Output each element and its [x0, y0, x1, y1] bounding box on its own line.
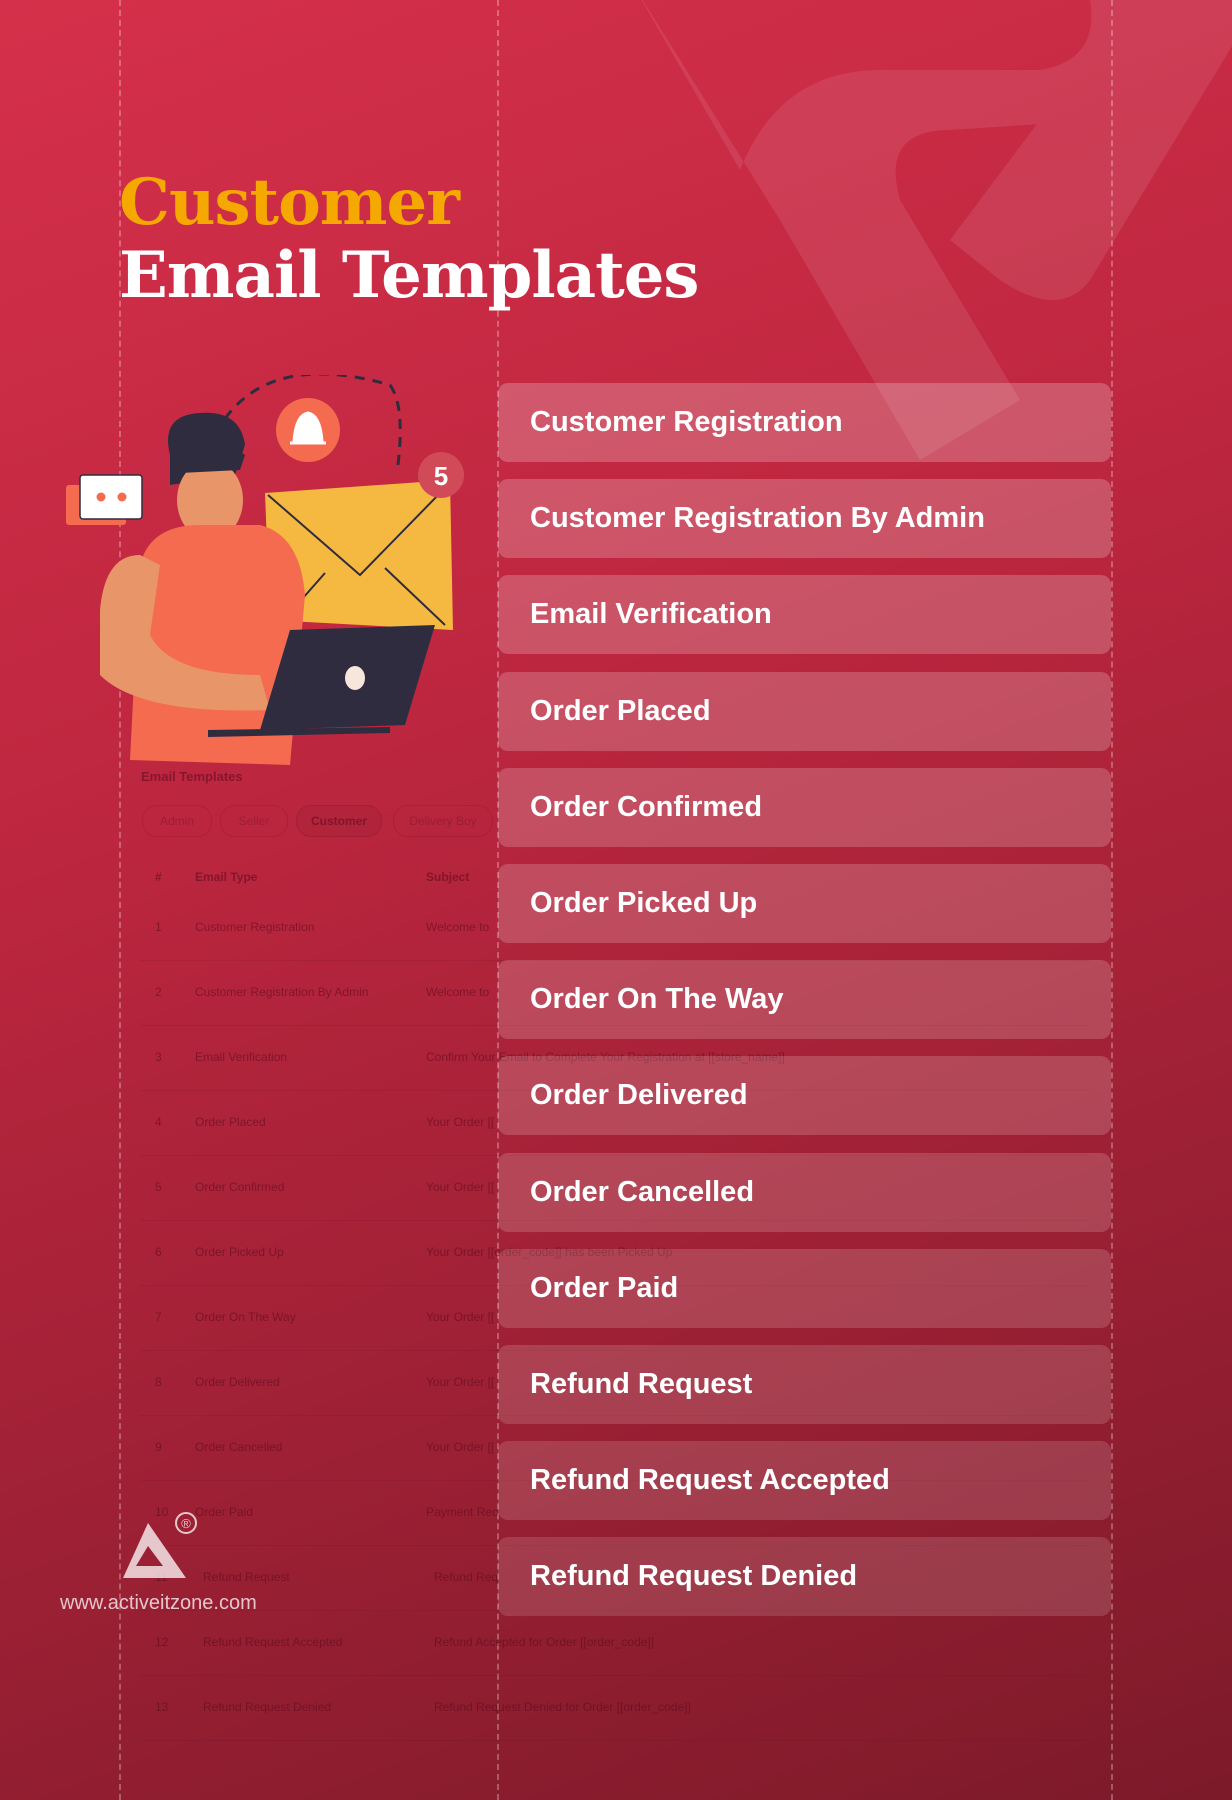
row-number: 9: [155, 1440, 162, 1454]
template-card[interactable]: Order Delivered: [498, 1056, 1111, 1136]
template-card[interactable]: Email Verification: [498, 575, 1111, 655]
website-link[interactable]: www.activeitzone.com: [60, 1592, 257, 1615]
row-email-type: Refund Request Denied: [203, 1700, 332, 1714]
template-card[interactable]: Order Cancelled: [498, 1152, 1111, 1232]
infographic: Customer Email Templates Email Templates…: [0, 0, 1232, 1800]
row-number: 4: [155, 1115, 162, 1129]
row-subject: Refund Accepted for Order [[order_code]]: [434, 1635, 655, 1649]
row-email-type: Order Confirmed: [195, 1180, 285, 1194]
template-card[interactable]: Refund Request Denied: [498, 1537, 1111, 1617]
template-card[interactable]: Order Placed: [498, 671, 1111, 751]
row-subject: Your Order [[: [426, 1180, 495, 1194]
row-number: 5: [155, 1180, 162, 1194]
title-accent: Customer: [119, 165, 460, 240]
tab-seller[interactable]: Seller: [220, 805, 288, 837]
row-email-type: Customer Registration: [195, 920, 315, 934]
row-email-type: Order On The Way: [195, 1310, 296, 1324]
template-card[interactable]: Refund Request Accepted: [498, 1441, 1111, 1521]
template-card[interactable]: Order On The Way: [498, 960, 1111, 1040]
page-title: Email Templates: [119, 238, 699, 313]
row-subject: Welcome to: [426, 985, 490, 999]
tab-delivery-boy[interactable]: Delivery Boy: [393, 805, 493, 837]
row-email-type: Email Verification: [195, 1050, 288, 1064]
row-subject: Payment Rec: [426, 1505, 499, 1519]
notification-count: 5: [434, 461, 448, 491]
row-number: 2: [155, 985, 162, 999]
bell-icon: [276, 398, 340, 462]
row-email-type: Order Paid: [195, 1505, 254, 1519]
template-card[interactable]: Refund Request: [498, 1345, 1111, 1424]
template-card[interactable]: Order Confirmed: [498, 767, 1111, 847]
row-email-type: Refund Request: [203, 1570, 290, 1584]
row-email-type: Order Picked Up: [195, 1245, 284, 1259]
row-email-type: Order Cancelled: [195, 1440, 283, 1454]
tab-admin[interactable]: Admin: [142, 805, 212, 837]
row-email-type: Customer Registration By Admin: [195, 985, 369, 999]
row-email-type: Refund Request Accepted: [203, 1635, 343, 1649]
row-subject: Your Order [[: [426, 1310, 495, 1324]
row-email-type: Order Delivered: [195, 1375, 280, 1389]
header-number: #: [155, 870, 162, 884]
template-card[interactable]: Customer Registration By Admin: [498, 479, 1111, 559]
template-card[interactable]: Customer Registration: [498, 383, 1111, 462]
row-subject: Your Order [[: [426, 1375, 495, 1389]
header-subject: Subject: [426, 870, 470, 884]
template-card[interactable]: Order Paid: [498, 1248, 1111, 1328]
row-subject: Refund Request Denied for Order [[order_…: [434, 1700, 691, 1714]
row-number: 7: [155, 1310, 162, 1324]
row-number: 6: [155, 1245, 162, 1259]
row-subject: Your Order [[: [426, 1115, 495, 1129]
guide-line: [1111, 0, 1113, 1800]
row-email-type: Order Placed: [195, 1115, 266, 1129]
activeitzone-logo-icon: ®: [123, 1512, 197, 1578]
svg-text:®: ®: [181, 1516, 191, 1531]
chat-bubble-icon: [66, 474, 143, 525]
row-divider: [140, 1675, 1090, 1676]
row-subject: Your Order [[: [426, 1440, 495, 1454]
row-divider: [140, 1740, 1090, 1741]
row-subject: Welcome to: [426, 920, 490, 934]
tab-customer[interactable]: Customer: [296, 805, 382, 837]
row-number: 3: [155, 1050, 162, 1064]
row-number: 8: [155, 1375, 162, 1389]
row-number: 1: [155, 920, 162, 934]
person-with-laptop-illustration: 5: [66, 375, 464, 765]
row-number: 12: [155, 1635, 169, 1649]
row-subject: Refund Req: [434, 1570, 499, 1584]
template-card[interactable]: Order Picked Up: [498, 864, 1111, 943]
row-number: 13: [155, 1700, 169, 1714]
header-email-type: Email Type: [195, 870, 258, 884]
